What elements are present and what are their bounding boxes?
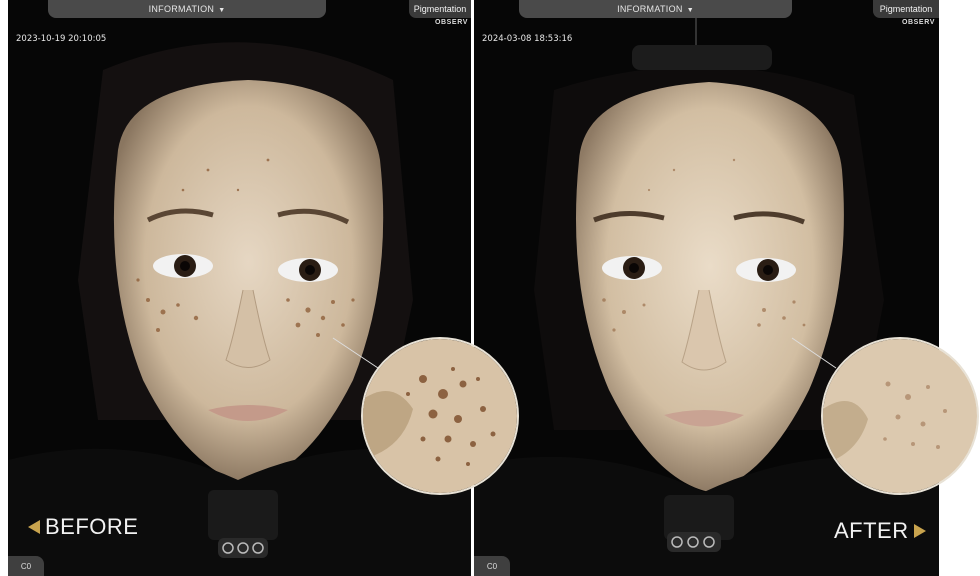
information-label: INFORMATION	[148, 4, 215, 14]
camera-mode-button[interactable]: C0	[474, 556, 510, 576]
camera-mode-label: C0	[486, 561, 498, 571]
after-caption: AFTER	[834, 518, 926, 544]
information-dropdown[interactable]: INFORMATION ▼	[48, 0, 326, 18]
chevron-down-icon: ▼	[686, 7, 694, 14]
pigmentation-mode-button[interactable]: Pigmentation	[873, 0, 939, 18]
capture-timestamp: 2023-10-19 20:10:05	[16, 34, 107, 44]
before-panel: INFORMATION ▼ Pigmentation OBSERV 2023-1…	[8, 0, 471, 576]
before-zoom-detail	[361, 337, 519, 495]
before-face-photo	[8, 0, 471, 576]
triangle-right-icon	[913, 524, 926, 538]
before-caption-text: BEFORE	[45, 514, 139, 539]
after-panel: INFORMATION ▼ Pigmentation OBSERV 2024-0…	[474, 0, 939, 576]
information-dropdown[interactable]: INFORMATION ▼	[519, 0, 792, 18]
triangle-left-icon	[28, 520, 40, 534]
after-face-photo	[474, 0, 939, 576]
camera-mode-label: C0	[20, 561, 32, 571]
mode-label: Pigmentation	[879, 4, 933, 14]
before-zoom-image	[363, 339, 517, 493]
after-caption-text: AFTER	[834, 518, 909, 543]
camera-mode-button[interactable]: C0	[8, 556, 44, 576]
before-caption: BEFORE	[28, 514, 138, 540]
brand-logo: OBSERV	[434, 19, 468, 26]
mode-label: Pigmentation	[413, 4, 467, 14]
pigmentation-mode-button[interactable]: Pigmentation	[409, 0, 471, 18]
chevron-down-icon: ▼	[218, 7, 226, 14]
information-label: INFORMATION	[617, 4, 683, 14]
capture-timestamp: 2024-03-08 18:53:16	[482, 34, 573, 44]
brand-logo: OBSERV	[901, 19, 935, 26]
after-zoom-detail	[821, 337, 979, 495]
after-zoom-image	[823, 339, 977, 493]
